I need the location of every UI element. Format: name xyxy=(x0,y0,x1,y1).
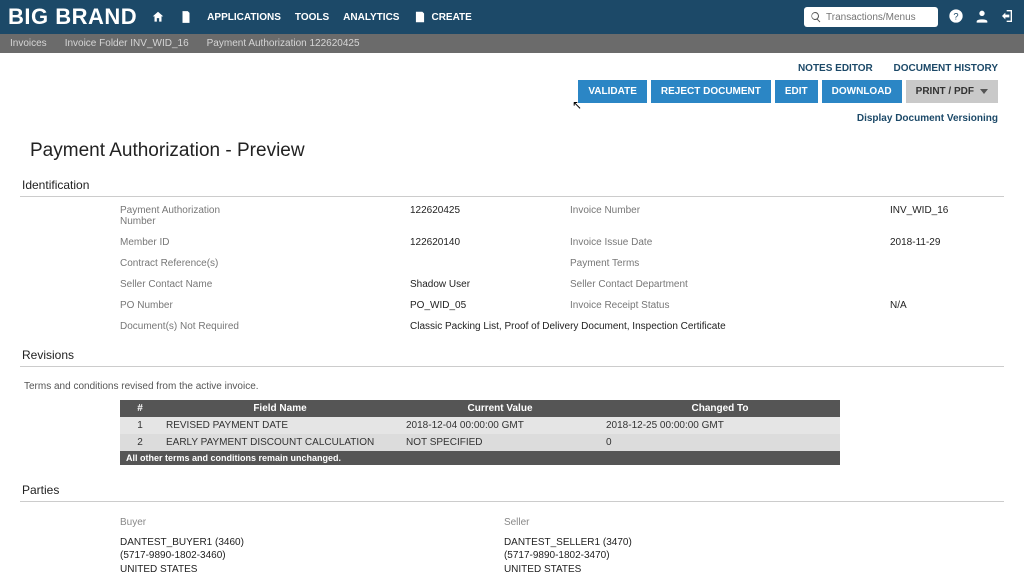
invoice-number-label: Invoice Number xyxy=(570,205,730,227)
nav-create[interactable]: CREATE xyxy=(413,10,471,24)
po-number-value: PO_WID_05 xyxy=(410,300,570,311)
breadcrumb-current[interactable]: Payment Authorization 122620425 xyxy=(207,38,360,49)
notes-editor-link[interactable]: NOTES EDITOR xyxy=(798,63,873,74)
help-button[interactable]: ? xyxy=(948,8,964,27)
buyer-title: Buyer xyxy=(120,516,244,530)
rev-col-changed: Changed To xyxy=(600,400,840,417)
top-bar: BIG BRAND APPLICATIONS TOOLS ANALYTICS C… xyxy=(0,0,1024,34)
pan-value: 122620425 xyxy=(410,205,570,227)
account-button[interactable] xyxy=(974,8,990,27)
member-id-label: Member ID xyxy=(120,237,250,248)
invoice-number-value: INV_WID_16 xyxy=(890,205,1024,227)
seller-block: Seller DANTEST_SELLER1 (3470) (5717-9890… xyxy=(504,516,632,576)
po-number-label: PO Number xyxy=(120,300,250,311)
contract-ref-label: Contract Reference(s) xyxy=(120,258,250,269)
revisions-table: # Field Name Current Value Changed To 1 … xyxy=(120,400,840,451)
page-title: Payment Authorization - Preview xyxy=(30,140,1004,162)
buyer-id: (5717-9890-1802-3460) xyxy=(120,549,244,563)
docs-not-required-value: Classic Packing List, Proof of Delivery … xyxy=(410,321,1024,332)
rev-col-field: Field Name xyxy=(160,400,400,417)
seller-title: Seller xyxy=(504,516,632,530)
seller-id: (5717-9890-1802-3470) xyxy=(504,549,632,563)
docs-not-required-label: Document(s) Not Required xyxy=(120,321,410,332)
action-bar: VALIDATE REJECT DOCUMENT EDIT DOWNLOAD P… xyxy=(20,80,1004,103)
revisions-footer: All other terms and conditions remain un… xyxy=(120,451,840,465)
issue-date-value: 2018-11-29 xyxy=(890,237,1024,248)
nav-create-label: CREATE xyxy=(431,12,471,23)
receipt-status-label: Invoice Receipt Status xyxy=(570,300,730,311)
seller-country: UNITED STATES xyxy=(504,563,632,576)
table-row: 1 REVISED PAYMENT DATE 2018-12-04 00:00:… xyxy=(120,417,840,434)
member-id-value: 122620140 xyxy=(410,237,570,248)
section-parties: Parties xyxy=(20,479,1004,502)
print-pdf-button[interactable]: PRINT / PDF xyxy=(906,80,998,103)
brand-logo[interactable]: BIG BRAND xyxy=(0,4,151,30)
logout-icon xyxy=(1000,8,1016,24)
main-content: NOTES EDITOR DOCUMENT HISTORY VALIDATE R… xyxy=(0,53,1024,576)
download-button[interactable]: DOWNLOAD xyxy=(822,80,902,103)
seller-contact-dept-value xyxy=(890,279,1024,290)
nav-analytics[interactable]: ANALYTICS xyxy=(343,12,399,23)
search-box[interactable] xyxy=(804,7,938,27)
table-row: 2 EARLY PAYMENT DISCOUNT CALCULATION NOT… xyxy=(120,434,840,451)
account-icon xyxy=(974,8,990,24)
buyer-name: DANTEST_BUYER1 (3460) xyxy=(120,536,244,550)
parties-block: Buyer DANTEST_BUYER1 (3460) (5717-9890-1… xyxy=(20,510,1004,576)
rev-col-num: # xyxy=(120,400,160,417)
contract-ref-value xyxy=(410,258,570,269)
validate-button[interactable]: VALIDATE xyxy=(578,80,647,103)
home-icon xyxy=(151,10,165,24)
seller-name: DANTEST_SELLER1 (3470) xyxy=(504,536,632,550)
payment-terms-value xyxy=(890,258,1024,269)
top-links: NOTES EDITOR DOCUMENT HISTORY xyxy=(20,53,1004,80)
reject-document-button[interactable]: REJECT DOCUMENT xyxy=(651,80,771,103)
revisions-note: Terms and conditions revised from the ac… xyxy=(20,375,1004,400)
main-nav: APPLICATIONS TOOLS ANALYTICS CREATE xyxy=(151,10,472,24)
rev-col-current: Current Value xyxy=(400,400,600,417)
breadcrumb-invoices[interactable]: Invoices xyxy=(10,38,47,49)
buyer-block: Buyer DANTEST_BUYER1 (3460) (5717-9890-1… xyxy=(120,516,244,576)
seller-contact-name-value: Shadow User xyxy=(410,279,570,290)
svg-text:?: ? xyxy=(953,11,958,21)
section-identification: Identification xyxy=(20,174,1004,197)
logout-button[interactable] xyxy=(1000,8,1016,27)
seller-contact-dept-label: Seller Contact Department xyxy=(570,279,730,290)
payment-terms-label: Payment Terms xyxy=(570,258,730,269)
nav-doc[interactable] xyxy=(179,10,193,24)
create-icon xyxy=(413,10,427,24)
edit-button[interactable]: EDIT xyxy=(775,80,818,103)
buyer-country: UNITED STATES xyxy=(120,563,244,576)
document-history-link[interactable]: DOCUMENT HISTORY xyxy=(894,63,998,74)
section-revisions: Revisions xyxy=(20,344,1004,367)
nav-applications[interactable]: APPLICATIONS xyxy=(207,12,281,23)
receipt-status-value: N/A xyxy=(890,300,1024,311)
identification-grid: Payment Authorization Number 122620425 I… xyxy=(20,205,1004,344)
breadcrumb-folder[interactable]: Invoice Folder INV_WID_16 xyxy=(65,38,189,49)
search-input[interactable] xyxy=(822,12,932,23)
document-icon xyxy=(179,10,193,24)
display-versioning-link[interactable]: Display Document Versioning xyxy=(20,103,1004,134)
nav-home[interactable] xyxy=(151,10,165,24)
pan-label: Payment Authorization Number xyxy=(120,205,250,227)
issue-date-label: Invoice Issue Date xyxy=(570,237,730,248)
nav-tools[interactable]: TOOLS xyxy=(295,12,329,23)
help-icon: ? xyxy=(948,8,964,24)
seller-contact-name-label: Seller Contact Name xyxy=(120,279,250,290)
search-icon xyxy=(810,11,822,23)
nav-right: ? xyxy=(804,7,1016,27)
breadcrumb: Invoices Invoice Folder INV_WID_16 Payme… xyxy=(0,34,1024,53)
